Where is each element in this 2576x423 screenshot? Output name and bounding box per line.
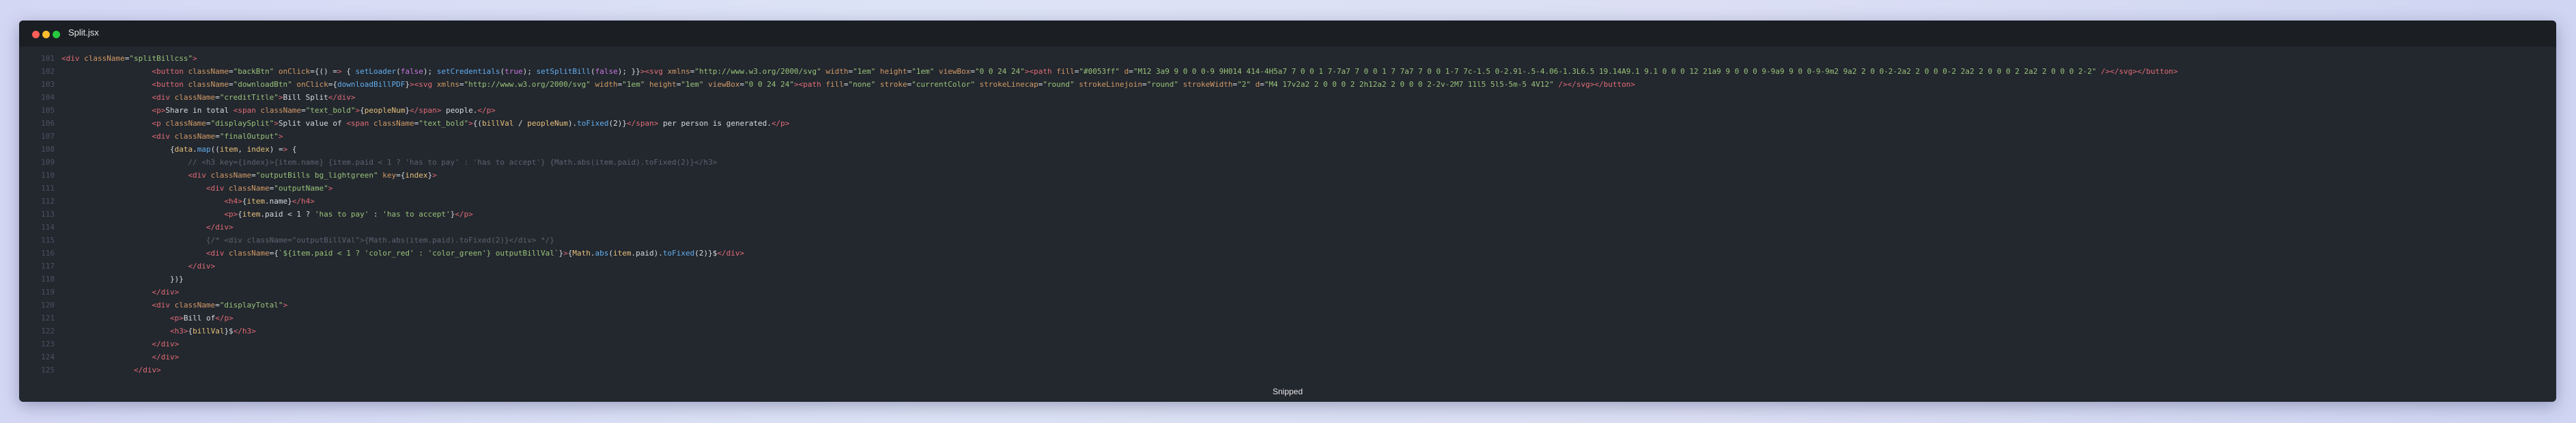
- line-number: 104: [41, 93, 55, 102]
- line-number: 118: [41, 275, 55, 284]
- maximize-window-button[interactable]: [53, 31, 60, 38]
- code-text: <h3>{billVal}$</h3>: [169, 327, 256, 336]
- code-line: 124 </div>: [19, 351, 2556, 364]
- line-number: 103: [41, 80, 55, 89]
- code-text: <p className="displaySplit">Split value …: [152, 119, 790, 128]
- line-number: 120: [41, 301, 55, 310]
- code-text: <button className="downloadBtn" onClick=…: [152, 80, 1635, 89]
- code-text: <div className="displayTotal">: [152, 301, 288, 310]
- code-text: {data.map((item, index) => {: [61, 145, 297, 154]
- line-number: 111: [41, 184, 55, 193]
- code-line: 113 <p>{item.paid < 1 ? 'has to pay' : '…: [19, 208, 2556, 221]
- code-line: 102 <button className="backBtn" onClick=…: [19, 65, 2556, 78]
- code-text: <h4>{item.name}</h4>: [224, 197, 315, 206]
- line-number: 109: [41, 158, 55, 167]
- line-number: 106: [41, 119, 55, 128]
- code-text: </div>: [152, 353, 180, 361]
- code-text: </div>: [152, 340, 180, 349]
- line-number: 114: [41, 223, 55, 232]
- line-number: 107: [41, 132, 55, 141]
- code-text: })}: [61, 275, 184, 284]
- code-editor: 101 <div className="splitBillcss"> 102 <bu…: [19, 52, 2556, 377]
- code-text: <div className="creditTitle">Bill Split<…: [152, 93, 356, 102]
- code-text: <div className="finalOutput">: [152, 132, 283, 141]
- file-name: Split.jsx: [68, 27, 99, 38]
- code-line: 117 </div>: [19, 260, 2556, 273]
- line-number: 125: [41, 366, 55, 374]
- code-line: 109 // <h3 key={index}>{item.name} {item…: [19, 156, 2556, 169]
- code-line: 120 <div className="displayTotal">: [19, 299, 2556, 312]
- line-number: 102: [41, 67, 55, 76]
- line-number: 108: [41, 145, 55, 154]
- snip-caption: Snipped: [1272, 387, 1303, 396]
- code-text: </div>: [206, 223, 233, 232]
- code-text: </div>: [188, 262, 216, 271]
- code-text: <p>{item.paid < 1 ? 'has to pay' : 'has …: [224, 210, 473, 219]
- code-window: Split.jsx 101 <div className="splitBillcs…: [19, 21, 2556, 402]
- code-line: 122 <h3>{billVal}$</h3>: [19, 325, 2556, 338]
- line-number: 110: [41, 171, 55, 180]
- code-line: 105 <p>Share in total <span className="t…: [19, 104, 2556, 117]
- code-line: 112 <h4>{item.name}</h4>: [19, 195, 2556, 208]
- code-text: </div>: [152, 288, 180, 297]
- code-text: <button className="backBtn" onClick={() …: [152, 67, 2178, 76]
- code-line: 101 <div className="splitBillcss">: [19, 52, 2556, 65]
- code-line: 116 <div className={`${item.paid < 1 ? '…: [19, 247, 2556, 260]
- line-number: 101: [41, 54, 55, 63]
- code-line: 110 <div className="outputBills bg_light…: [19, 169, 2556, 182]
- code-text: </div>: [133, 366, 161, 374]
- code-text: <p>Share in total <span className="text_…: [152, 106, 496, 115]
- code-text: <div className={`${item.paid < 1 ? 'colo…: [206, 249, 745, 258]
- code-line: 108 {data.map((item, index) => {: [19, 143, 2556, 156]
- code-line: 118 })}: [19, 273, 2556, 286]
- line-number: 105: [41, 106, 55, 115]
- code-line: 104 <div className="creditTitle">Bill Sp…: [19, 91, 2556, 104]
- line-number: 115: [41, 236, 55, 245]
- code-line: 123 </div>: [19, 338, 2556, 351]
- line-number: 113: [41, 210, 55, 219]
- code-line: 114 </div>: [19, 221, 2556, 234]
- minimize-window-button[interactable]: [42, 31, 50, 38]
- code-line: 115 {/* <div className="outputBillVal">{…: [19, 234, 2556, 247]
- code-line: 106 <p className="displaySplit">Split va…: [19, 117, 2556, 130]
- line-number: 122: [41, 327, 55, 336]
- code-text: <div className="outputBills bg_lightgree…: [188, 171, 437, 180]
- code-text: <div className="splitBillcss">: [61, 54, 197, 63]
- line-number: 121: [41, 314, 55, 323]
- code-line: 121 <p>Bill of</p>: [19, 312, 2556, 325]
- code-line: 125 </div>: [19, 364, 2556, 377]
- code-text: <div className="outputName">: [206, 184, 333, 193]
- close-window-button[interactable]: [32, 31, 40, 38]
- code-line: 103 <button className="downloadBtn" onCl…: [19, 78, 2556, 91]
- line-number: 116: [41, 249, 55, 258]
- title-bar: Split.jsx: [19, 21, 2556, 46]
- line-number: 117: [41, 262, 55, 271]
- line-number: 123: [41, 340, 55, 349]
- code-text: <p>Bill of</p>: [169, 314, 233, 323]
- code-text: // <h3 key={index}>{item.name} {item.pai…: [61, 158, 718, 167]
- code-line: 107 <div className="finalOutput">: [19, 130, 2556, 143]
- line-number: 124: [41, 353, 55, 361]
- code-text: {/* <div className="outputBillVal">{Math…: [61, 236, 554, 245]
- code-line: 119 </div>: [19, 286, 2556, 299]
- line-number: 112: [41, 197, 55, 206]
- line-number: 119: [41, 288, 55, 297]
- code-line: 111 <div className="outputName">: [19, 182, 2556, 195]
